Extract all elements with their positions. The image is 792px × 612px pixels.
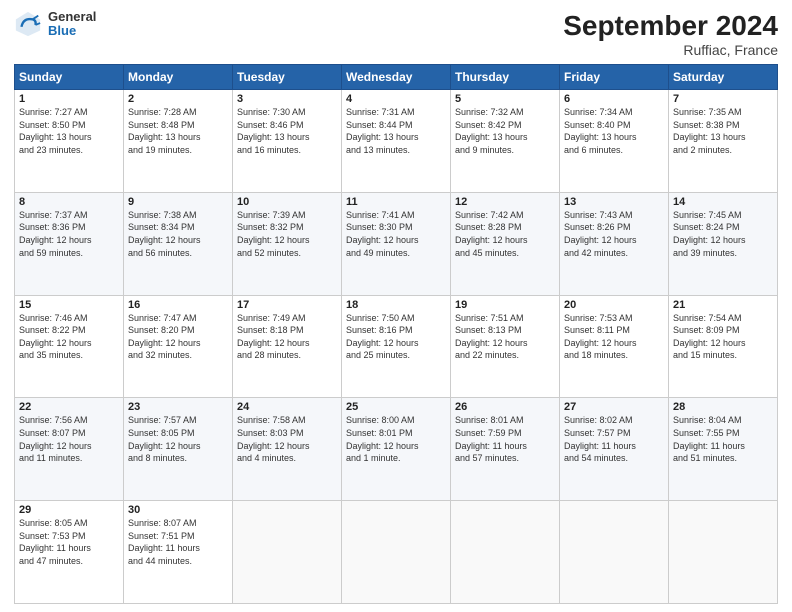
calendar-title: September 2024 [563,10,778,42]
logo: General Blue [14,10,96,39]
day-cell: 6 Sunrise: 7:34 AMSunset: 8:40 PMDayligh… [560,90,669,193]
table-row: 1 Sunrise: 7:27 AMSunset: 8:50 PMDayligh… [15,90,778,193]
day-cell: 3 Sunrise: 7:30 AMSunset: 8:46 PMDayligh… [233,90,342,193]
empty-cell [669,501,778,604]
day-cell: 26 Sunrise: 8:01 AMSunset: 7:59 PMDaylig… [451,398,560,501]
col-saturday: Saturday [669,65,778,90]
day-cell: 18 Sunrise: 7:50 AMSunset: 8:16 PMDaylig… [342,295,451,398]
day-cell: 13 Sunrise: 7:43 AMSunset: 8:26 PMDaylig… [560,192,669,295]
day-cell: 27 Sunrise: 8:02 AMSunset: 7:57 PMDaylig… [560,398,669,501]
day-cell: 7 Sunrise: 7:35 AMSunset: 8:38 PMDayligh… [669,90,778,193]
day-cell: 11 Sunrise: 7:41 AMSunset: 8:30 PMDaylig… [342,192,451,295]
day-cell: 14 Sunrise: 7:45 AMSunset: 8:24 PMDaylig… [669,192,778,295]
day-cell: 20 Sunrise: 7:53 AMSunset: 8:11 PMDaylig… [560,295,669,398]
day-cell: 19 Sunrise: 7:51 AMSunset: 8:13 PMDaylig… [451,295,560,398]
day-cell: 25 Sunrise: 8:00 AMSunset: 8:01 PMDaylig… [342,398,451,501]
col-tuesday: Tuesday [233,65,342,90]
empty-cell [560,501,669,604]
day-cell: 12 Sunrise: 7:42 AMSunset: 8:28 PMDaylig… [451,192,560,295]
day-cell: 21 Sunrise: 7:54 AMSunset: 8:09 PMDaylig… [669,295,778,398]
day-cell: 5 Sunrise: 7:32 AMSunset: 8:42 PMDayligh… [451,90,560,193]
table-row: 29 Sunrise: 8:05 AMSunset: 7:53 PMDaylig… [15,501,778,604]
table-row: 8 Sunrise: 7:37 AMSunset: 8:36 PMDayligh… [15,192,778,295]
day-cell: 17 Sunrise: 7:49 AMSunset: 8:18 PMDaylig… [233,295,342,398]
col-sunday: Sunday [15,65,124,90]
col-thursday: Thursday [451,65,560,90]
calendar-header-row: Sunday Monday Tuesday Wednesday Thursday… [15,65,778,90]
day-cell: 15 Sunrise: 7:46 AMSunset: 8:22 PMDaylig… [15,295,124,398]
empty-cell [342,501,451,604]
empty-cell [451,501,560,604]
day-cell: 8 Sunrise: 7:37 AMSunset: 8:36 PMDayligh… [15,192,124,295]
empty-cell [233,501,342,604]
day-cell: 28 Sunrise: 8:04 AMSunset: 7:55 PMDaylig… [669,398,778,501]
col-monday: Monday [124,65,233,90]
logo-text: General Blue [48,10,96,39]
day-cell: 30 Sunrise: 8:07 AMSunset: 7:51 PMDaylig… [124,501,233,604]
day-cell: 22 Sunrise: 7:56 AMSunset: 8:07 PMDaylig… [15,398,124,501]
page: General Blue September 2024 Ruffiac, Fra… [0,0,792,612]
day-cell: 16 Sunrise: 7:47 AMSunset: 8:20 PMDaylig… [124,295,233,398]
day-cell: 29 Sunrise: 8:05 AMSunset: 7:53 PMDaylig… [15,501,124,604]
calendar-table: Sunday Monday Tuesday Wednesday Thursday… [14,64,778,604]
logo-general: General [48,10,96,24]
table-row: 15 Sunrise: 7:46 AMSunset: 8:22 PMDaylig… [15,295,778,398]
logo-blue: Blue [48,24,96,38]
col-wednesday: Wednesday [342,65,451,90]
calendar-subtitle: Ruffiac, France [563,42,778,58]
day-cell: 9 Sunrise: 7:38 AMSunset: 8:34 PMDayligh… [124,192,233,295]
day-cell: 23 Sunrise: 7:57 AMSunset: 8:05 PMDaylig… [124,398,233,501]
day-cell: 1 Sunrise: 7:27 AMSunset: 8:50 PMDayligh… [15,90,124,193]
title-block: September 2024 Ruffiac, France [563,10,778,58]
day-cell: 24 Sunrise: 7:58 AMSunset: 8:03 PMDaylig… [233,398,342,501]
logo-icon [14,10,42,38]
table-row: 22 Sunrise: 7:56 AMSunset: 8:07 PMDaylig… [15,398,778,501]
col-friday: Friday [560,65,669,90]
header: General Blue September 2024 Ruffiac, Fra… [14,10,778,58]
day-cell: 10 Sunrise: 7:39 AMSunset: 8:32 PMDaylig… [233,192,342,295]
day-cell: 4 Sunrise: 7:31 AMSunset: 8:44 PMDayligh… [342,90,451,193]
day-cell: 2 Sunrise: 7:28 AMSunset: 8:48 PMDayligh… [124,90,233,193]
